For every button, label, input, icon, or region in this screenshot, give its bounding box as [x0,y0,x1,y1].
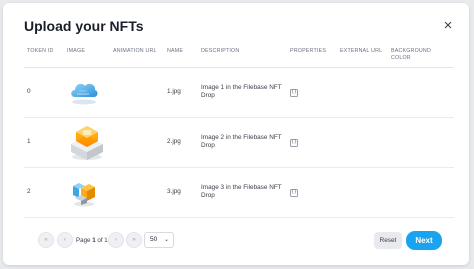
header-name: NAME [164,45,198,68]
description-cell: Image 2 in the Filebase NFT Drop [198,117,287,168]
close-icon[interactable]: × [441,18,455,33]
header-image: IMAGE [64,45,110,68]
modal-footer: « ‹ Page 1 of 1 › » 50 ⌄ Reset Next [24,221,454,261]
header-external-url: EXTERNAL URL [337,45,388,68]
token-id-cell: 2 [24,167,64,218]
reset-button[interactable]: Reset [374,232,402,249]
page-label: Page [76,237,91,244]
external-url-cell [337,67,388,118]
upload-nfts-modal: Upload your NFTs × TOKEN ID IMAGE ANIMAT… [3,3,469,265]
name-cell: 2.jpg [164,117,198,168]
properties-cell: {} [287,117,337,168]
header-background-color: BACKGROUND COLOR [388,45,454,68]
background-color-cell [388,117,454,168]
token-id-cell: 0 [24,67,64,118]
properties-cell: {} [287,167,337,218]
description-cell: Image 1 in the Filebase NFT Drop [198,67,287,118]
description-cell: Image 3 in the Filebase NFT Drop [198,167,287,218]
json-brace-icon[interactable]: {} [290,138,298,147]
name-cell: 1.jpg [164,67,198,118]
nft-table: TOKEN ID IMAGE ANIMATION URL NAME DESCRI… [24,45,454,218]
page-indicator: Page 1 of 1 [76,237,108,244]
table-row: 2 3.jpg Image 3 in the Filebase NFT Drop… [24,167,454,218]
cloud-image [71,83,98,105]
header-description: DESCRIPTION [198,45,287,68]
image-cell [64,167,110,218]
header-animation-url: ANIMATION URL [110,45,164,68]
properties-cell: {} [287,67,337,118]
image-cell [64,67,110,118]
animation-url-cell [110,117,164,168]
per-page-select[interactable]: 50 ⌄ [144,232,174,248]
json-brace-icon[interactable]: {} [290,188,298,197]
header-token-id: TOKEN ID [24,45,64,68]
external-url-cell [337,167,388,218]
animation-url-cell [110,67,164,118]
server-cube-image [71,126,103,160]
external-url-cell [337,117,388,168]
image-cell [64,117,110,168]
header-properties: PROPERTIES [287,45,337,68]
table-row: 1 2.jpg Image 2 in the Filebase NFT Drop… [24,117,454,168]
of-label: of [97,237,103,244]
current-page: 1 [92,237,96,244]
token-id-cell: 1 [24,117,64,168]
previous-page-button[interactable]: ‹ [57,232,73,248]
table-row: 0 1.jpg Image 1 in the Filebase NFT Drop… [24,67,454,118]
per-page-value: 50 [150,236,158,243]
chevron-down-icon: ⌄ [163,237,169,243]
nft-table-container[interactable]: TOKEN ID IMAGE ANIMATION URL NAME DESCRI… [24,45,454,221]
next-button[interactable]: Next [406,231,442,250]
first-page-button[interactable]: « [38,232,54,248]
last-page-button[interactable]: » [126,232,142,248]
animation-url-cell [110,167,164,218]
cube-stack-image [73,183,95,207]
name-cell: 3.jpg [164,167,198,218]
json-brace-icon[interactable]: {} [290,88,298,97]
next-page-button[interactable]: › [108,232,124,248]
background-color-cell [388,67,454,118]
table-header: TOKEN ID IMAGE ANIMATION URL NAME DESCRI… [24,45,454,68]
modal-title: Upload your NFTs [24,18,144,34]
background-color-cell [388,167,454,218]
